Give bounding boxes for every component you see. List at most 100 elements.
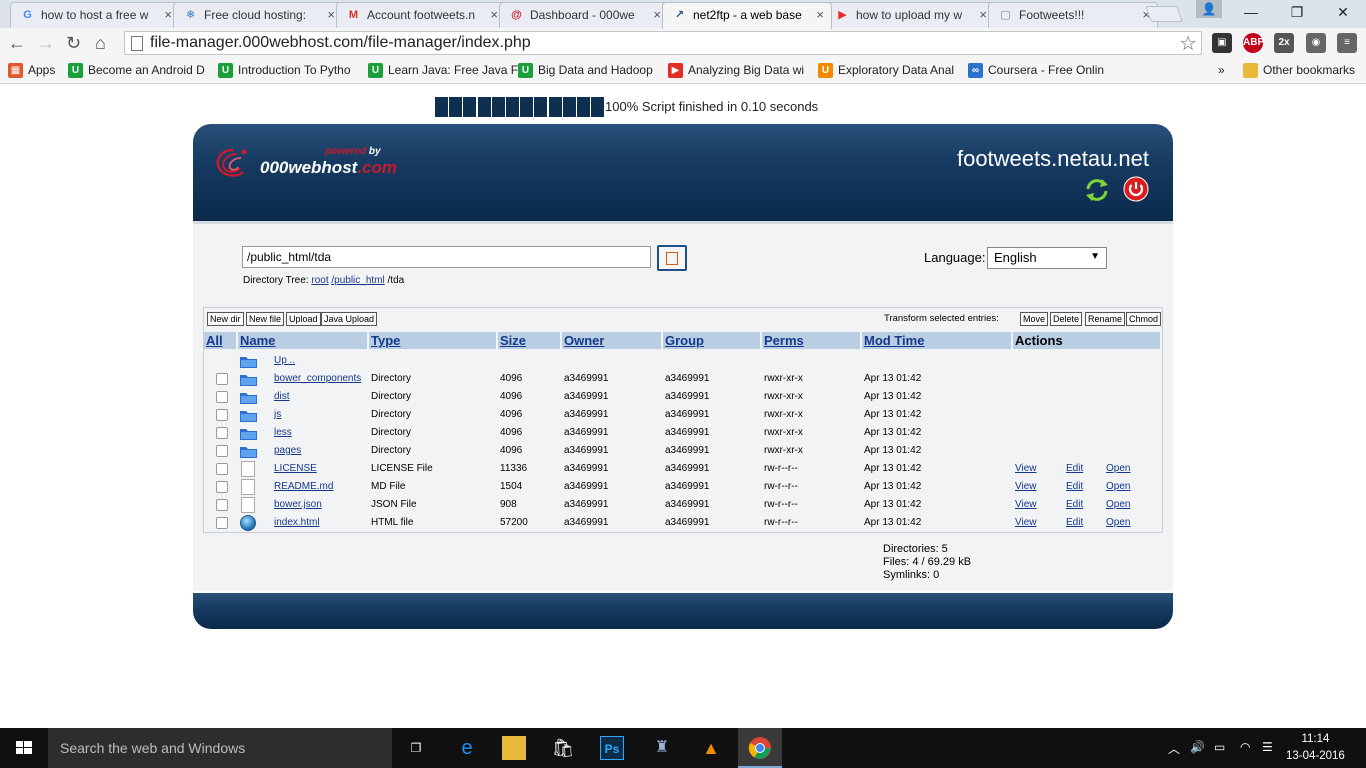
tab-5[interactable]: ▶ how to upload my w × xyxy=(825,2,995,28)
language-select[interactable]: English ▼ xyxy=(987,247,1107,269)
forward-icon[interactable]: → xyxy=(37,32,55,54)
rename-button[interactable]: Rename xyxy=(1085,312,1126,326)
bookmark-6[interactable]: U Exploratory Data Anal xyxy=(818,63,954,79)
upload-button[interactable]: Upload xyxy=(286,312,321,326)
move-button[interactable]: Move xyxy=(1020,312,1049,326)
breadcrumb-root[interactable]: root xyxy=(311,275,328,286)
photoshop-icon[interactable]: Ps xyxy=(600,736,624,760)
edit-link[interactable]: Edit xyxy=(1066,514,1083,532)
view-link[interactable]: View xyxy=(1015,478,1037,496)
row-checkbox[interactable] xyxy=(216,391,228,403)
store-icon[interactable]: 🛍 xyxy=(551,736,575,760)
header-owner[interactable]: Owner xyxy=(562,332,661,349)
profile-icon[interactable]: 👤 xyxy=(1196,0,1222,18)
home-icon[interactable]: ⌂ xyxy=(95,32,106,54)
open-link[interactable]: Open xyxy=(1106,514,1130,532)
directory-input[interactable] xyxy=(242,246,651,268)
url-text[interactable]: file-manager.000webhost.com/file-manager… xyxy=(150,34,531,52)
edit-link[interactable]: Edit xyxy=(1066,478,1083,496)
tab-1[interactable]: ❄ Free cloud hosting: × xyxy=(173,2,343,28)
row-checkbox[interactable] xyxy=(216,481,228,493)
tab-2[interactable]: M Account footweets.n × xyxy=(336,2,506,28)
bookmark-2[interactable]: U Introduction To Pytho xyxy=(218,63,351,79)
row-checkbox[interactable] xyxy=(216,499,228,511)
tab-3[interactable]: @ Dashboard - 000we × xyxy=(499,2,669,28)
ext-2x-icon[interactable]: 2x xyxy=(1274,33,1294,53)
tab-close-icon[interactable]: × xyxy=(490,7,498,22)
open-link[interactable]: Open xyxy=(1106,460,1130,478)
ext-grid-icon[interactable]: ▣ xyxy=(1212,33,1232,53)
tab-close-icon[interactable]: × xyxy=(979,7,987,22)
battery-icon[interactable]: ▭ xyxy=(1214,740,1225,754)
ext-globe-icon[interactable]: ◉ xyxy=(1306,33,1326,53)
open-link[interactable]: Open xyxy=(1106,478,1130,496)
delete-button[interactable]: Delete xyxy=(1050,312,1083,326)
close-window-button[interactable]: ✕ xyxy=(1320,0,1366,26)
new-tab-button[interactable] xyxy=(1145,6,1183,22)
tab-close-icon[interactable]: × xyxy=(653,7,661,22)
open-link[interactable]: Open xyxy=(1106,496,1130,514)
row-name[interactable]: pages xyxy=(274,442,301,460)
back-icon[interactable]: ← xyxy=(8,32,26,54)
header-all[interactable]: All xyxy=(204,332,236,349)
up-link[interactable]: Up .. xyxy=(274,352,295,370)
row-checkbox[interactable] xyxy=(216,463,228,475)
menu-icon[interactable]: ≡ xyxy=(1337,33,1357,53)
row-checkbox[interactable] xyxy=(216,373,228,385)
row-name[interactable]: index.html xyxy=(274,514,320,532)
clock[interactable]: 11:14 13-04-2016 xyxy=(1286,731,1345,765)
bookmark-5[interactable]: ▶ Analyzing Big Data wi xyxy=(668,63,804,79)
taskbar-search[interactable]: Search the web and Windows xyxy=(48,728,392,768)
row-checkbox[interactable] xyxy=(216,427,228,439)
bookmark-4[interactable]: U Big Data and Hadoop xyxy=(518,63,653,79)
volume-icon[interactable]: 🔊 xyxy=(1190,740,1205,754)
edge-icon[interactable]: e xyxy=(455,736,479,760)
more-bookmarks-button[interactable]: » xyxy=(1218,63,1225,77)
tab-close-icon[interactable]: × xyxy=(327,7,335,22)
new-file-button[interactable]: New file xyxy=(246,312,285,326)
row-checkbox[interactable] xyxy=(216,409,228,421)
row-name[interactable]: bower.json xyxy=(274,496,322,514)
windows-start-icon[interactable] xyxy=(0,728,48,768)
row-name[interactable]: README.md xyxy=(274,478,333,496)
view-link[interactable]: View xyxy=(1015,496,1037,514)
bookmark-0[interactable]: ▦ Apps xyxy=(8,63,55,79)
tab-close-icon[interactable]: × xyxy=(164,7,172,22)
bookmark-7[interactable]: ∞ Coursera - Free Onlin xyxy=(968,63,1104,79)
minimize-button[interactable]: — xyxy=(1228,0,1274,26)
breadcrumb-public-html[interactable]: /public_html xyxy=(331,275,384,286)
java-upload-button[interactable]: Java Upload xyxy=(321,312,378,326)
row-name[interactable]: dist xyxy=(274,388,290,406)
other-bookmarks[interactable]: Other bookmarks xyxy=(1243,63,1355,79)
edit-link[interactable]: Edit xyxy=(1066,496,1083,514)
bookmark-3[interactable]: U Learn Java: Free Java F xyxy=(368,63,518,79)
header-perms[interactable]: Perms xyxy=(762,332,860,349)
task-view-icon[interactable]: ❐ xyxy=(404,736,428,760)
tab-6[interactable]: ▢ Footweets!!! × xyxy=(988,2,1158,28)
address-bar[interactable]: file-manager.000webhost.com/file-manager… xyxy=(124,31,1202,55)
tab-0[interactable]: Ghow to host a free w × xyxy=(10,2,180,28)
app-castle-icon[interactable]: ♜ xyxy=(650,736,674,760)
header-mod-time[interactable]: Mod Time xyxy=(862,332,1011,349)
view-link[interactable]: View xyxy=(1015,460,1037,478)
browse-tree-button[interactable] xyxy=(657,245,687,271)
refresh-icon[interactable] xyxy=(1083,176,1111,204)
row-name[interactable]: less xyxy=(274,424,292,442)
row-checkbox[interactable] xyxy=(216,445,228,457)
header-name[interactable]: Name xyxy=(238,332,367,349)
wifi-icon[interactable]: ◠ xyxy=(1240,740,1250,754)
logout-power-icon[interactable] xyxy=(1123,176,1149,202)
bookmark-star-icon[interactable]: ☆ xyxy=(1179,31,1197,56)
reload-icon[interactable]: ↻ xyxy=(66,32,81,54)
row-name[interactable]: bower_components xyxy=(274,370,361,388)
file-explorer-icon[interactable] xyxy=(502,736,526,760)
tray-chevron-icon[interactable]: ︿ xyxy=(1168,740,1180,757)
header-size[interactable]: Size xyxy=(498,332,560,349)
notifications-icon[interactable]: ☰ xyxy=(1262,740,1273,754)
new-dir-button[interactable]: New dir xyxy=(207,312,244,326)
row-checkbox[interactable] xyxy=(216,517,228,529)
chmod-button[interactable]: Chmod xyxy=(1126,312,1162,326)
header-group[interactable]: Group xyxy=(663,332,760,349)
header-type[interactable]: Type xyxy=(369,332,496,349)
chrome-icon[interactable] xyxy=(748,736,772,760)
